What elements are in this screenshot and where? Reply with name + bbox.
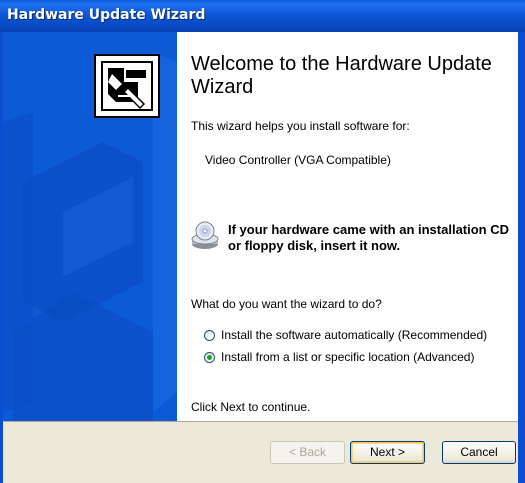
hardware-icon	[94, 54, 160, 118]
wizard-content: Welcome to the Hardware Update Wizard Th…	[177, 32, 518, 421]
device-name: Video Controller (VGA Compatible)	[205, 153, 391, 167]
window-frame-right	[518, 32, 525, 483]
back-button[interactable]: < Back	[270, 441, 345, 464]
cd-prompt-line1: If your hardware came with an installati…	[228, 222, 510, 237]
intro-text: This wizard helps you install software f…	[191, 119, 410, 133]
page-title: Welcome to the Hardware Update Wizard	[191, 53, 492, 98]
cd-icon	[191, 221, 219, 249]
wizard-banner	[3, 32, 177, 421]
option-automatic[interactable]: Install the software automatically (Reco…	[204, 328, 504, 344]
radio-selected-dot	[207, 355, 212, 360]
option-list-location[interactable]: Install from a list or specific location…	[204, 350, 504, 366]
cd-prompt-line2: or floppy disk, insert it now.	[228, 238, 401, 253]
continue-hint: Click Next to continue.	[191, 400, 311, 414]
wizard-footer: < Back Next > Cancel	[3, 421, 518, 483]
question-text: What do you want the wizard to do?	[191, 297, 382, 311]
option-automatic-label[interactable]: Install the software automatically (Reco…	[221, 328, 487, 342]
option-list-location-label[interactable]: Install from a list or specific location…	[221, 350, 474, 364]
cancel-button[interactable]: Cancel	[442, 441, 516, 464]
radio-list-location[interactable]	[204, 352, 215, 363]
title-bar[interactable]: Hardware Update Wizard	[0, 0, 525, 32]
radio-automatic[interactable]	[204, 330, 215, 341]
window-title: Hardware Update Wizard	[7, 7, 206, 23]
next-button[interactable]: Next >	[350, 441, 425, 464]
